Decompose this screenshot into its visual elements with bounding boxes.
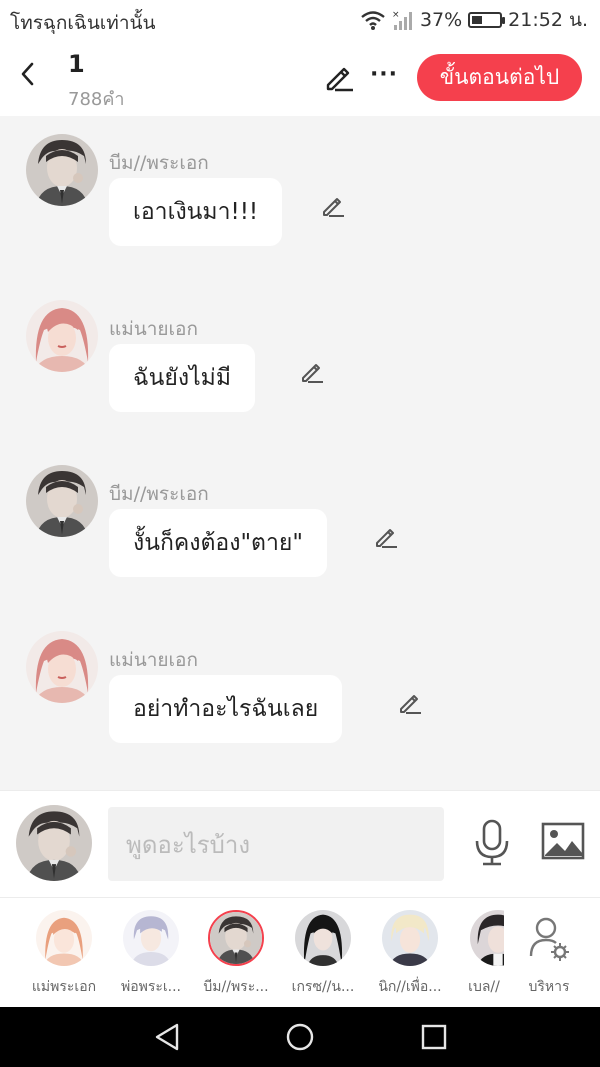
character-bar: แม่พระเอก พ่อพระเ... บีม//พระ... เกรซ//น…: [0, 897, 600, 1007]
character-label: เกรซ//น...: [291, 979, 355, 995]
image-icon[interactable]: [541, 821, 585, 861]
page-title: 1: [68, 50, 85, 78]
pencil-icon[interactable]: [396, 689, 424, 717]
character-avatar: [382, 910, 438, 966]
character-label: เบล//: [468, 979, 500, 995]
chat-message: แม่นายเอก ฉันยังไม่มี: [0, 296, 600, 446]
battery-percent: 37%: [419, 9, 463, 31]
chat-message: แม่นายเอก อย่าทำอะไรฉันเลย: [0, 627, 600, 777]
back-triangle-icon[interactable]: [152, 1021, 184, 1053]
message-bubble[interactable]: งั้นก็คงต้อง"ตาย": [109, 509, 327, 577]
message-bubble[interactable]: ฉันยังไม่มี: [109, 344, 255, 412]
manage-characters-button[interactable]: บริหาร: [509, 910, 589, 1002]
next-step-button[interactable]: ขั้นตอนต่อไป: [417, 54, 582, 101]
character-item[interactable]: แม่พระเอก: [24, 910, 104, 1002]
character-avatar: [208, 910, 264, 966]
current-speaker-avatar[interactable]: [16, 805, 92, 881]
recents-square-icon[interactable]: [418, 1021, 450, 1053]
signal-icon: ×: [392, 10, 412, 30]
sender-name: บีม//พระเอก: [109, 152, 209, 174]
character-label: พ่อพระเ...: [120, 979, 182, 995]
character-label: นิก//เพื่อ...: [378, 979, 442, 995]
status-right: × 37% 21:52 น.: [360, 6, 588, 34]
character-avatar: [36, 910, 92, 966]
edit-title-button[interactable]: [322, 60, 356, 94]
male-lead-avatar[interactable]: [26, 134, 98, 206]
character-item[interactable]: พ่อพระเ...: [111, 910, 191, 1002]
back-button[interactable]: [12, 56, 44, 92]
system-nav-bar: [0, 1007, 600, 1067]
character-avatar: [295, 910, 351, 966]
clock: 21:52 น.: [508, 9, 588, 31]
character-item-selected[interactable]: บีม//พระ...: [196, 910, 276, 1002]
message-bubble[interactable]: อย่าทำอะไรฉันเลย: [109, 675, 343, 743]
message-input-bar: พูดอะไรบ้าง: [0, 790, 600, 897]
battery-level: [472, 16, 482, 24]
chat-message: บีม//พระเอก เอาเงินมา!!!: [0, 130, 600, 280]
female-mother-avatar[interactable]: [26, 300, 98, 372]
sender-name: แม่นายเอก: [109, 649, 198, 671]
sender-name: แม่นายเอก: [109, 318, 198, 340]
male-lead-avatar[interactable]: [26, 465, 98, 537]
manage-label: บริหาร: [528, 979, 570, 995]
word-count: 788คำ: [68, 89, 125, 110]
wifi-icon: [361, 11, 385, 30]
character-label: แม่พระเอก: [31, 979, 97, 995]
back-arrow-icon: [21, 62, 34, 86]
home-circle-icon[interactable]: [284, 1021, 316, 1053]
svg-text:×: ×: [392, 10, 400, 20]
sender-name: บีม//พระเอก: [109, 483, 209, 505]
female-mother-avatar[interactable]: [26, 631, 98, 703]
header: 1 788คำ ··· ขั้นตอนต่อไป: [0, 40, 600, 116]
character-avatar: [123, 910, 179, 966]
more-icon: ···: [369, 62, 399, 87]
carrier-text: โทรฉุกเฉินเท่านั้น: [10, 12, 156, 34]
character-item[interactable]: เบล//: [444, 910, 504, 1002]
pencil-icon[interactable]: [372, 523, 400, 551]
chat-message: บีม//พระเอก งั้นก็คงต้อง"ตาย": [0, 461, 600, 611]
more-button[interactable]: ···: [368, 60, 400, 90]
character-label: บีม//พระ...: [203, 979, 269, 995]
message-bubble[interactable]: เอาเงินมา!!!: [109, 178, 283, 246]
character-avatar: [470, 910, 504, 966]
character-item[interactable]: นิก//เพื่อ...: [370, 910, 450, 1002]
battery-icon: [468, 12, 506, 28]
pencil-icon[interactable]: [298, 358, 326, 386]
microphone-icon[interactable]: [472, 819, 512, 867]
chat-area[interactable]: บีม//พระเอก เอาเงินมา!!! แม่นายเอก ฉันยั…: [0, 116, 600, 788]
character-item[interactable]: เกรซ//น...: [283, 910, 363, 1002]
edit-icon: [326, 67, 353, 92]
status-bar: โทรฉุกเฉินเท่านั้น × 37% 21:52 น.: [0, 0, 600, 40]
pencil-icon[interactable]: [319, 192, 347, 220]
message-input[interactable]: พูดอะไรบ้าง: [108, 807, 444, 881]
user-gear-icon: [529, 917, 569, 961]
